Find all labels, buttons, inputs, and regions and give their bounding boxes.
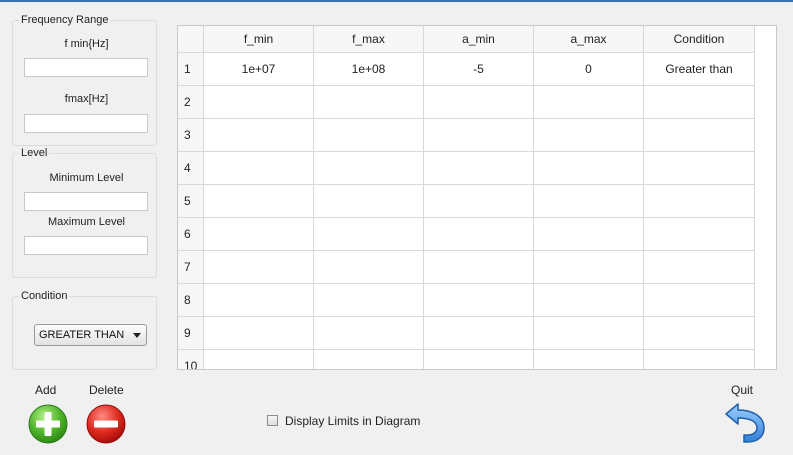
table-cell[interactable] [534, 251, 644, 284]
table-cell[interactable]: -5 [424, 53, 534, 86]
table-cell[interactable]: 1e+07 [204, 53, 314, 86]
fmax-input[interactable] [24, 114, 148, 133]
display-limits-checkbox[interactable] [267, 415, 278, 426]
table-cell[interactable] [424, 152, 534, 185]
fmin-label: f min{Hz] [64, 38, 109, 50]
table-cell[interactable] [204, 152, 314, 185]
maximum-level-label: Maximum Level [47, 216, 126, 228]
delete-label: Delete [89, 383, 124, 397]
minimum-level-input[interactable] [24, 192, 148, 211]
row-header[interactable]: 10 [178, 350, 204, 369]
table-cell[interactable] [534, 284, 644, 317]
table-cell[interactable] [314, 152, 424, 185]
table-cell[interactable] [534, 218, 644, 251]
table-cell[interactable] [204, 284, 314, 317]
table-cell[interactable] [314, 350, 424, 369]
row-header[interactable]: 2 [178, 86, 204, 119]
quit-button[interactable] [722, 402, 768, 444]
table-cell[interactable]: Greater than [644, 53, 755, 86]
row-header[interactable]: 4 [178, 152, 204, 185]
condition-dropdown-value: GREATER THAN [39, 329, 125, 341]
limits-table[interactable]: f_min f_max a_min a_max Condition 1 1e+07 1e+0… [177, 25, 777, 370]
table-cell[interactable] [204, 317, 314, 350]
window-top-border [0, 0, 793, 2]
table-cell[interactable] [534, 317, 644, 350]
table-cell[interactable] [424, 251, 534, 284]
table-cell[interactable] [644, 119, 755, 152]
table-cell[interactable] [644, 284, 755, 317]
table-cell[interactable] [204, 350, 314, 369]
table-cell[interactable] [424, 119, 534, 152]
condition-dropdown[interactable]: GREATER THAN [34, 324, 147, 346]
table-cell[interactable] [204, 218, 314, 251]
delete-button[interactable] [84, 402, 128, 446]
table-cell[interactable] [534, 86, 644, 119]
table-cell[interactable] [314, 218, 424, 251]
table-cell[interactable] [644, 218, 755, 251]
table-cell[interactable] [424, 86, 534, 119]
table-corner [178, 26, 204, 53]
minus-bar [94, 420, 118, 428]
table-cell[interactable] [644, 251, 755, 284]
fmax-label: fmax[Hz] [64, 93, 109, 105]
row-header[interactable]: 3 [178, 119, 204, 152]
table-cell[interactable] [204, 251, 314, 284]
table-cell[interactable] [204, 119, 314, 152]
level-title: Level [19, 147, 50, 159]
column-header-2[interactable]: a_min [424, 26, 534, 53]
table-cell[interactable] [424, 317, 534, 350]
table-cell[interactable] [644, 185, 755, 218]
add-label: Add [35, 383, 57, 397]
table-cell[interactable] [644, 317, 755, 350]
plus-bar-vertical [44, 412, 52, 436]
table-cell[interactable] [534, 119, 644, 152]
table-cell[interactable]: 1e+08 [314, 53, 424, 86]
table-cell[interactable] [314, 251, 424, 284]
row-header[interactable]: 8 [178, 284, 204, 317]
table-cell[interactable] [534, 152, 644, 185]
minimum-level-label: Minimum Level [49, 172, 124, 184]
table-cell[interactable] [314, 284, 424, 317]
table-cell[interactable] [644, 86, 755, 119]
maximum-level-input[interactable] [24, 236, 148, 255]
table-cell[interactable] [204, 185, 314, 218]
row-header[interactable]: 7 [178, 251, 204, 284]
column-header-0[interactable]: f_min [204, 26, 314, 53]
frequency-range-title: Frequency Range [19, 14, 111, 26]
row-header[interactable]: 5 [178, 185, 204, 218]
back-arrow-icon [725, 403, 765, 443]
table-cell[interactable] [534, 185, 644, 218]
table-cell[interactable] [314, 86, 424, 119]
row-header[interactable]: 6 [178, 218, 204, 251]
condition-title: Condition [19, 290, 70, 302]
table-cell[interactable] [314, 185, 424, 218]
row-header[interactable]: 1 [178, 53, 204, 86]
quit-label: Quit [731, 383, 754, 397]
table-cell[interactable]: 0 [534, 53, 644, 86]
add-button[interactable] [26, 402, 70, 446]
chevron-down-icon [133, 333, 141, 338]
row-header[interactable]: 9 [178, 317, 204, 350]
column-header-1[interactable]: f_max [314, 26, 424, 53]
table-cell[interactable] [644, 152, 755, 185]
table-cell[interactable] [314, 317, 424, 350]
table-cell[interactable] [424, 185, 534, 218]
display-limits-label[interactable]: Display Limits in Diagram [285, 414, 420, 428]
column-header-3[interactable]: a_max [534, 26, 644, 53]
table-cell[interactable] [314, 119, 424, 152]
table-cell[interactable] [534, 350, 644, 369]
table-cell[interactable] [424, 350, 534, 369]
table-cell[interactable] [204, 86, 314, 119]
table-cell[interactable] [424, 218, 534, 251]
column-header-4[interactable]: Condition [644, 26, 755, 53]
table-cell[interactable] [644, 350, 755, 369]
table-cell[interactable] [424, 284, 534, 317]
fmin-input[interactable] [24, 58, 148, 77]
